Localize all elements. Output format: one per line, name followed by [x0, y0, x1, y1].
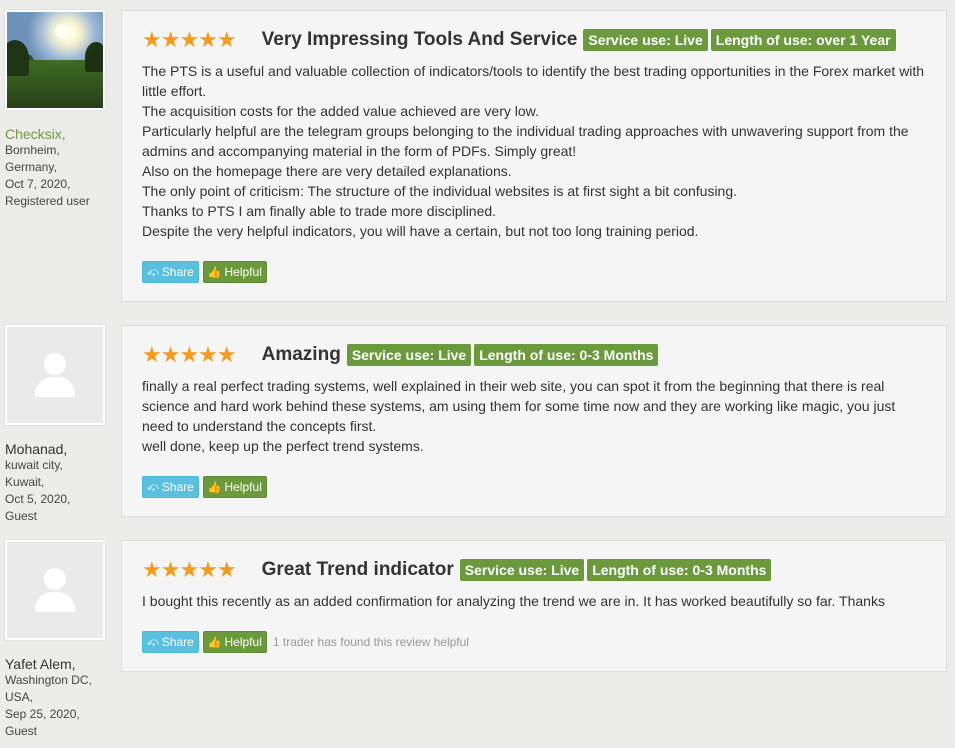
helpful-label: Helpful	[224, 265, 262, 279]
reviewer-type: Registered user	[5, 194, 90, 208]
star-rating: ★★★★★	[142, 27, 237, 52]
review-item: Mohanad, kuwait city, Kuwait, Oct 5, 202…	[0, 325, 955, 540]
review-paragraph: Also on the homepage there are very deta…	[142, 163, 512, 179]
reviewer-info: Checksix, Bornheim, Germany, Oct 7, 2020…	[5, 10, 115, 210]
share-label: Share	[161, 480, 194, 494]
star-rating: ★★★★★	[142, 557, 237, 582]
review-card: ★★★★★ Great Trend indicator Service use:…	[121, 540, 947, 672]
review-paragraph: The PTS is a useful and valuable collect…	[142, 63, 925, 99]
review-body: finally a real perfect trading systems, …	[142, 376, 926, 456]
helpful-button[interactable]: 👍 Helpful	[202, 631, 267, 653]
share-icon: ⤽	[147, 635, 159, 648]
review-actions: ⤽ Share 👍 Helpful	[142, 261, 926, 283]
reviewer-name: Yafet Alem,	[5, 656, 76, 672]
review-header: ★★★★★ Very Impressing Tools And Service …	[142, 25, 926, 55]
thumbs-up-icon: 👍	[207, 481, 222, 494]
review-paragraph: The acquisition costs for the added valu…	[142, 103, 539, 119]
review-date: Sep 25, 2020,	[5, 707, 80, 721]
review-body: I bought this recently as an added confi…	[142, 591, 926, 611]
avatar	[5, 540, 105, 640]
review-card: ★★★★★ Amazing Service use: Live Length o…	[121, 325, 947, 517]
service-use-badge: Service use: Live	[459, 559, 585, 581]
avatar	[5, 325, 105, 425]
share-label: Share	[161, 265, 194, 279]
review-date: Oct 5, 2020,	[5, 492, 71, 506]
share-icon: ⤽	[147, 480, 159, 493]
review-title: Great Trend indicator	[261, 559, 454, 580]
reviewer-city: kuwait city,	[5, 458, 63, 472]
review-header: ★★★★★ Great Trend indicator Service use:…	[142, 555, 926, 585]
reviewer-city: Washington DC,	[5, 673, 92, 687]
helpful-count-text: 1 trader has found this review helpful	[272, 635, 469, 649]
helpful-button[interactable]: 👍 Helpful	[202, 476, 267, 498]
service-use-badge: Service use: Live	[346, 344, 472, 366]
review-title: Amazing	[261, 344, 341, 365]
share-icon: ⤽	[147, 265, 159, 278]
reviewer-type: Guest	[5, 724, 38, 738]
review-paragraph: Despite the very helpful indicators, you…	[142, 223, 699, 239]
reviewer-country: Kuwait,	[5, 475, 45, 489]
share-button[interactable]: ⤽ Share	[142, 261, 199, 283]
review-actions: ⤽ Share 👍 Helpful 1 trader has found thi…	[142, 631, 926, 653]
review-body: The PTS is a useful and valuable collect…	[142, 61, 926, 241]
review-paragraph: Particularly helpful are the telegram gr…	[142, 123, 909, 159]
length-of-use-badge: Length of use: 0-3 Months	[474, 344, 659, 366]
share-button[interactable]: ⤽ Share	[142, 476, 199, 498]
review-item: Yafet Alem, Washington DC, USA, Sep 25, …	[0, 540, 955, 740]
review-header: ★★★★★ Amazing Service use: Live Length o…	[142, 340, 926, 370]
thumbs-up-icon: 👍	[207, 266, 222, 279]
review-date: Oct 7, 2020,	[5, 177, 71, 191]
review-paragraph: Thanks to PTS I am finally able to trade…	[142, 203, 497, 219]
review-title: Very Impressing Tools And Service	[261, 29, 578, 50]
user-silhouette-icon	[44, 353, 66, 375]
helpful-button[interactable]: 👍 Helpful	[202, 261, 267, 283]
reviewer-name[interactable]: Checksix,	[5, 126, 115, 142]
review-paragraph: The only point of criticism: The structu…	[142, 183, 738, 199]
thumbs-up-icon: 👍	[207, 636, 222, 649]
length-of-use-badge: Length of use: over 1 Year	[710, 29, 896, 51]
share-label: Share	[161, 635, 194, 649]
share-button[interactable]: ⤽ Share	[142, 631, 199, 653]
helpful-label: Helpful	[224, 480, 262, 494]
reviewer-country: Germany,	[5, 160, 57, 174]
reviewer-info: Mohanad, kuwait city, Kuwait, Oct 5, 202…	[5, 325, 115, 525]
reviewer-type: Guest	[5, 509, 38, 523]
service-use-badge: Service use: Live	[583, 29, 708, 51]
reviews-list: Checksix, Bornheim, Germany, Oct 7, 2020…	[0, 10, 955, 740]
star-rating: ★★★★★	[142, 342, 237, 367]
review-item: Checksix, Bornheim, Germany, Oct 7, 2020…	[0, 10, 955, 325]
review-actions: ⤽ Share 👍 Helpful	[142, 476, 926, 498]
reviewer-name: Mohanad,	[5, 441, 68, 457]
reviewer-info: Yafet Alem, Washington DC, USA, Sep 25, …	[5, 540, 115, 740]
review-paragraph: well done, keep up the perfect trend sys…	[142, 438, 424, 454]
helpful-label: Helpful	[224, 635, 262, 649]
reviewer-city: Bornheim,	[5, 143, 60, 157]
review-card: ★★★★★ Very Impressing Tools And Service …	[121, 10, 947, 302]
avatar	[5, 10, 105, 110]
review-paragraph: finally a real perfect trading systems, …	[142, 378, 896, 434]
length-of-use-badge: Length of use: 0-3 Months	[587, 559, 772, 581]
user-silhouette-icon	[44, 568, 66, 590]
review-paragraph: I bought this recently as an added confi…	[142, 593, 885, 609]
reviewer-country: USA,	[5, 690, 34, 704]
